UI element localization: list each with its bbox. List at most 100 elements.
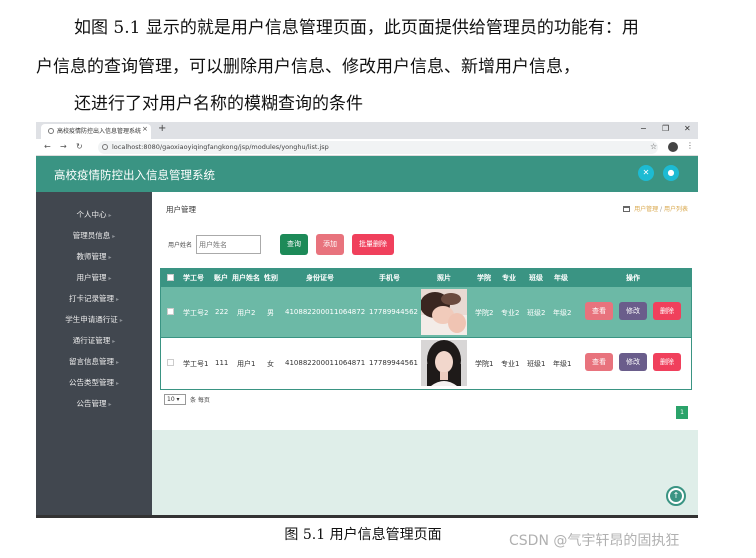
delete-button[interactable]: 删除 xyxy=(653,302,681,320)
sidebar-item-notices[interactable]: 公告管理 ▸ xyxy=(36,398,152,409)
site-info-icon[interactable] xyxy=(102,144,108,150)
sidebar-item-profile[interactable]: 个人中心 ▸ xyxy=(36,209,152,220)
menu-kebab-icon[interactable]: ⋮ xyxy=(686,141,694,150)
query-button[interactable]: 查询 xyxy=(280,234,308,255)
breadcrumb: 用户管理 / 用户列表 xyxy=(623,204,688,213)
url-text: localhost:8080/gaoxiaoyiqingfangkong/jsp… xyxy=(112,143,329,151)
main-content: 用户管理 用户管理 / 用户列表 用户姓名 查询 添加 批量删除 学工号 账户 … xyxy=(152,192,698,515)
paragraph-1: 如图 5.1 显示的就是用户信息管理页面，此页面提供给管理员的功能有：用 xyxy=(74,18,639,38)
search-label: 用户姓名 xyxy=(168,242,193,249)
col-account: 账户 xyxy=(214,274,228,282)
col-phone: 手机号 xyxy=(379,274,400,282)
col-student-id: 学工号 xyxy=(183,274,204,282)
sidebar-item-users[interactable]: 用户管理 ▸ xyxy=(36,272,152,283)
add-button[interactable]: 添加 xyxy=(316,234,344,255)
page-size-label: 条 每页 xyxy=(190,397,210,404)
photo-image xyxy=(421,289,467,335)
search-input[interactable] xyxy=(196,235,261,254)
col-actions: 操作 xyxy=(626,274,640,282)
new-tab-icon[interactable]: + xyxy=(158,123,166,134)
breadcrumb-item-list: 用户列表 xyxy=(663,206,688,213)
csdn-watermark: CSDN @气宇轩昂的固执狂 xyxy=(509,533,680,549)
account-icon[interactable] xyxy=(668,142,678,152)
sidebar-item-admins[interactable]: 管理员信息 ▸ xyxy=(36,230,152,241)
view-button[interactable]: 查看 xyxy=(585,302,613,320)
delete-button[interactable]: 删除 xyxy=(653,353,681,371)
cell-phone: 17789944562 xyxy=(369,308,418,316)
bookmark-star-icon[interactable]: ☆ xyxy=(650,142,657,151)
user-table: 学工号 账户 用户姓名 性别 身份证号 手机号 照片 学院 专业 班级 年级 操… xyxy=(160,268,692,390)
home-icon[interactable] xyxy=(623,206,631,212)
user-photo xyxy=(421,289,467,335)
col-id-card: 身份证号 xyxy=(306,274,334,282)
page-title: 用户管理 xyxy=(166,205,196,214)
table-row: 学工号2 222 用户2 男 410882200011064872 177899… xyxy=(161,287,691,337)
col-class: 班级 xyxy=(529,274,543,282)
cell-class: 班级1 xyxy=(527,360,546,368)
table-row: 学工号1 111 用户1 女 410882200011064871 177899… xyxy=(161,337,691,387)
cell-name: 用户2 xyxy=(237,309,256,317)
cell-college: 学院2 xyxy=(475,309,494,317)
col-photo: 照片 xyxy=(437,274,451,282)
cell-id-card: 410882200011064871 xyxy=(285,359,366,367)
col-major: 专业 xyxy=(502,274,516,282)
col-gender: 性别 xyxy=(264,274,278,282)
cell-major: 专业2 xyxy=(501,309,520,317)
row-checkbox[interactable] xyxy=(167,308,174,315)
photo-image xyxy=(421,340,467,386)
cell-major: 专业1 xyxy=(501,360,520,368)
cell-college: 学院1 xyxy=(475,360,494,368)
view-button[interactable]: 查看 xyxy=(585,353,613,371)
back-icon[interactable]: ← xyxy=(44,142,51,151)
user-icon[interactable]: ● xyxy=(663,165,679,181)
table-header: 学工号 账户 用户姓名 性别 身份证号 手机号 照片 学院 专业 班级 年级 操… xyxy=(161,269,691,287)
cell-account: 111 xyxy=(215,359,229,367)
cell-name: 用户1 xyxy=(237,360,256,368)
cell-student-id: 学工号1 xyxy=(183,360,209,368)
figure-screenshot: 高校疫情防控出入信息管理系统 × + − ❐ ✕ ← → ↻ localhost… xyxy=(36,122,698,518)
cell-gender: 女 xyxy=(267,360,274,368)
minimize-icon[interactable]: − xyxy=(640,124,647,133)
breadcrumb-item-users[interactable]: 用户管理 xyxy=(634,206,658,213)
sidebar: 个人中心 ▸ 管理员信息 ▸ 教师管理 ▸ 用户管理 ▸ 打卡记录管理 ▸ 学生申请通行证… xyxy=(36,192,152,515)
row-checkbox[interactable] xyxy=(167,359,174,366)
cell-grade: 年级1 xyxy=(553,360,572,368)
sidebar-item-messages[interactable]: 留言信息管理 ▸ xyxy=(36,356,152,367)
globe-icon xyxy=(48,128,54,134)
window-close-icon[interactable]: ✕ xyxy=(684,124,691,133)
forward-icon[interactable]: → xyxy=(60,142,67,151)
address-bar: ← → ↻ localhost:8080/gaoxiaoyiqingfangko… xyxy=(36,139,698,156)
edit-button[interactable]: 修改 xyxy=(619,353,647,371)
tab-title: 高校疫情防控出入信息管理系统 xyxy=(57,128,142,135)
sidebar-item-pass-apply[interactable]: 学生申请通行证 ▸ xyxy=(36,314,152,325)
col-college: 学院 xyxy=(477,274,491,282)
sidebar-item-notice-types[interactable]: 公告类型管理 ▸ xyxy=(36,377,152,388)
cell-phone: 17789944561 xyxy=(369,359,418,367)
col-grade: 年级 xyxy=(554,274,568,282)
sidebar-item-passes[interactable]: 通行证管理 ▸ xyxy=(36,335,152,346)
paragraph-2: 户信息的查询管理，可以删除用户信息、修改用户信息、新增用户信息， xyxy=(36,57,580,77)
select-all-checkbox[interactable] xyxy=(167,274,174,281)
cell-student-id: 学工号2 xyxy=(183,309,209,317)
sidebar-item-checkins[interactable]: 打卡记录管理 ▸ xyxy=(36,293,152,304)
cell-account: 222 xyxy=(215,308,229,316)
col-name: 用户姓名 xyxy=(232,274,260,282)
reload-icon[interactable]: ↻ xyxy=(76,142,83,151)
back-to-top-button[interactable]: ↑ xyxy=(666,486,686,506)
page-size-select[interactable]: 10 ▾ xyxy=(164,394,186,405)
restore-icon[interactable]: ❐ xyxy=(662,124,669,133)
browser-tab-bar: 高校疫情防控出入信息管理系统 × + − ❐ ✕ xyxy=(36,122,698,139)
cell-class: 班级2 xyxy=(527,309,546,317)
user-photo xyxy=(421,340,467,386)
pagination-page-1[interactable]: 1 xyxy=(676,406,688,419)
app-header: 高校疫情防控出入信息管理系统 ✕ ● xyxy=(36,156,698,192)
url-field[interactable]: localhost:8080/gaoxiaoyiqingfangkong/jsp… xyxy=(98,141,658,154)
tab-close-icon[interactable]: × xyxy=(142,125,148,133)
batch-delete-button[interactable]: 批量删除 xyxy=(352,234,394,255)
fullscreen-icon[interactable]: ✕ xyxy=(638,165,654,181)
app-title: 高校疫情防控出入信息管理系统 xyxy=(54,168,215,182)
sidebar-item-teachers[interactable]: 教师管理 ▸ xyxy=(36,251,152,262)
edit-button[interactable]: 修改 xyxy=(619,302,647,320)
arrow-up-icon: ↑ xyxy=(670,490,682,502)
browser-tab[interactable]: 高校疫情防控出入信息管理系统 xyxy=(41,124,151,139)
